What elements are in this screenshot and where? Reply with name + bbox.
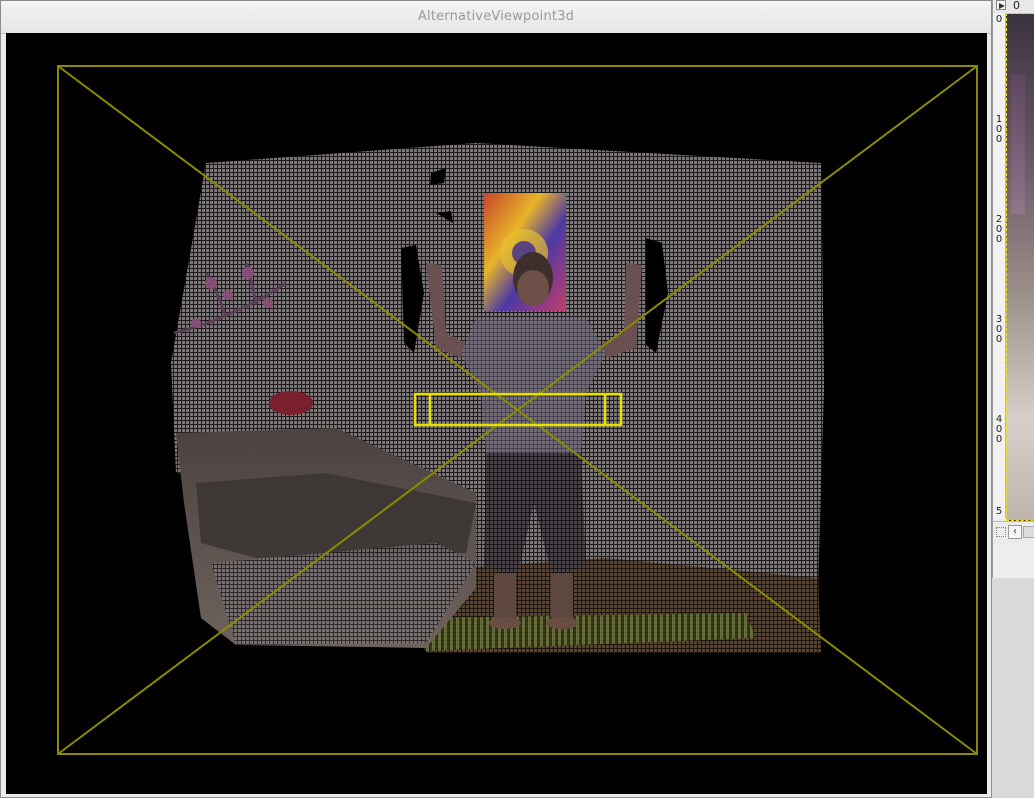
ruler-tick: 200	[995, 214, 1003, 245]
play-icon[interactable]	[996, 0, 1006, 10]
window-titlebar[interactable]: AlternativeViewpoint3d	[1, 1, 991, 34]
image-detail	[1011, 74, 1025, 214]
point-cloud-scene	[57, 65, 978, 755]
window-title: AlternativeViewpoint3d	[417, 9, 575, 24]
ruler-tick: 0	[995, 14, 1003, 25]
ruler-tick: 100	[995, 114, 1003, 145]
red-object	[269, 391, 313, 415]
ruler-tick: 400	[995, 414, 1003, 445]
zoom-corner-icon[interactable]	[996, 527, 1006, 537]
background-window-toolbar: 0	[993, 0, 1034, 14]
alternative-viewpoint-window: AlternativeViewpoint3d	[0, 0, 992, 798]
chevron-left-icon[interactable]: ‹	[1008, 525, 1022, 539]
top-ruler-label: 0	[1013, 0, 1020, 12]
left-ruler: 0 100 200 300 400 5	[993, 13, 1006, 518]
ruler-tick: 5	[995, 506, 1003, 517]
horizontal-scrollbar[interactable]	[1023, 526, 1034, 538]
background-image-canvas[interactable]	[1006, 13, 1034, 521]
background-window-statusbar: ‹	[993, 521, 1034, 544]
point-cloud-wall-right	[656, 158, 824, 593]
background-image-window: 0 0 100 200 300 400 5 ‹	[992, 0, 1034, 578]
ruler-tick: 300	[995, 314, 1003, 345]
3d-viewport[interactable]	[6, 33, 987, 794]
